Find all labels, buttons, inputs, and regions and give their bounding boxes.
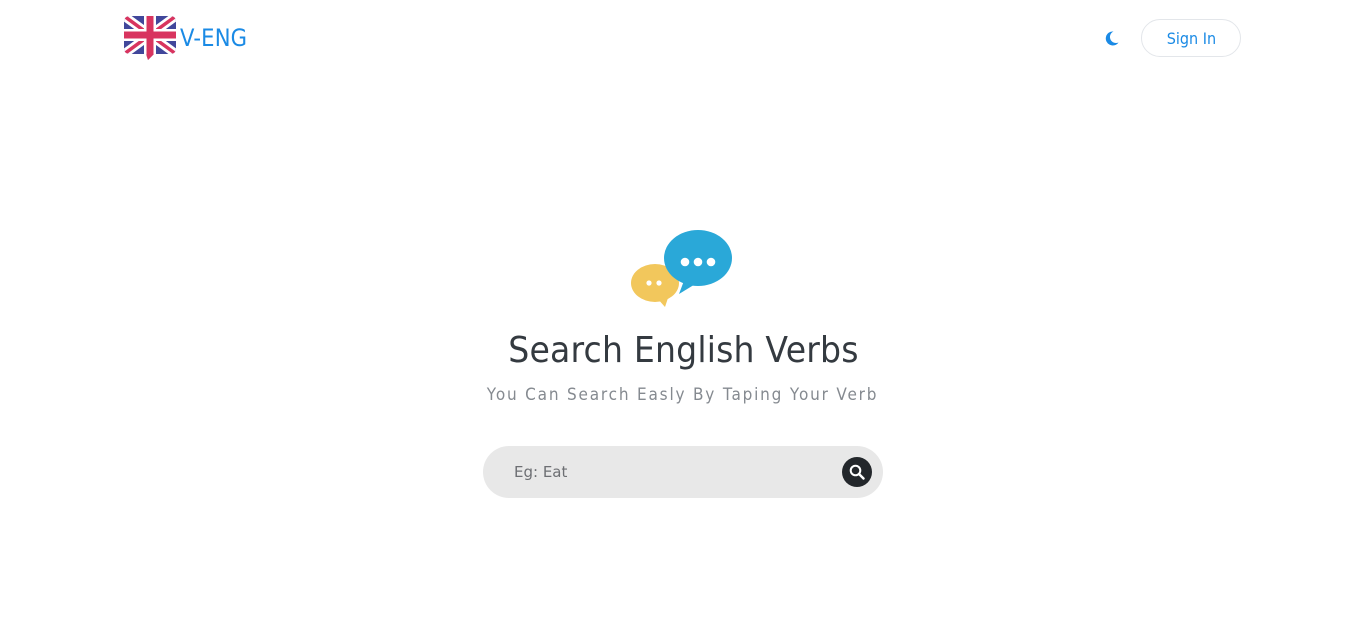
hero-section: Search English Verbs You Can Search Easl… [0, 228, 1366, 405]
header: V-ENG Sign In [0, 0, 1366, 76]
page: V-ENG Sign In Search English Verbs You C… [0, 0, 1366, 643]
uk-flag-icon [124, 16, 176, 60]
moon-icon [1105, 30, 1119, 45]
signin-label: Sign In [1166, 28, 1216, 48]
search-bar [483, 446, 883, 498]
page-subtitle: You Can Search Easly By Taping Your Verb [487, 385, 879, 406]
search-input[interactable] [483, 446, 823, 498]
search-icon [849, 464, 865, 480]
brand-name: V-ENG [180, 24, 248, 52]
page-title: Search English Verbs [507, 330, 859, 371]
search-button[interactable] [842, 457, 872, 487]
chat-bubbles-icon [631, 230, 732, 307]
theme-toggle-button[interactable] [1101, 27, 1123, 49]
signin-button[interactable]: Sign In [1141, 19, 1241, 57]
brand-link[interactable]: V-ENG [124, 16, 256, 60]
